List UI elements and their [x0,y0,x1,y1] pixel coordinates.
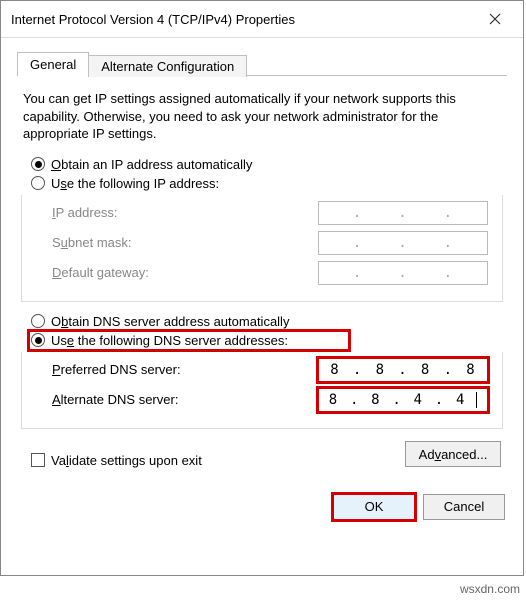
radio-label: Obtain DNS server address automatically [51,314,289,329]
radio-use-ip-manual[interactable]: Use the following IP address: [31,176,507,191]
checkbox-label: Validate settings upon exit [51,453,202,468]
radio-obtain-ip-auto[interactable]: Obtain an IP address automatically [31,157,507,172]
checkbox-icon [31,453,45,467]
ok-button[interactable]: OK [333,494,415,520]
dns-fieldset: Preferred DNS server: 8.8.8.8 Alternate … [21,352,503,429]
watermark: wsxdn.com [460,582,520,596]
close-button[interactable] [477,7,513,31]
default-gateway-input: ... [318,261,488,285]
field-alternate-dns: Alternate DNS server: 8.8.4.4 [30,388,494,412]
tab-general[interactable]: General [17,52,89,76]
radio-icon [31,333,45,347]
checkbox-validate[interactable]: Validate settings upon exit [31,453,202,468]
dialog-window: Internet Protocol Version 4 (TCP/IPv4) P… [0,0,524,576]
field-label: Preferred DNS server: [52,362,181,377]
advanced-button[interactable]: Advanced... [405,441,501,467]
radio-label: Use the following DNS server addresses: [51,333,288,348]
radio-obtain-dns-auto[interactable]: Obtain DNS server address automatically [31,314,507,329]
close-icon [489,13,501,25]
tab-alternate[interactable]: Alternate Configuration [88,55,247,77]
alternate-dns-input[interactable]: 8.8.4.4 [318,388,488,412]
field-subnet: Subnet mask: ... [30,231,494,255]
field-gateway: Default gateway: ... [30,261,494,285]
field-preferred-dns: Preferred DNS server: 8.8.8.8 [30,358,494,382]
field-label: Alternate DNS server: [52,392,178,407]
dialog-content: General Alternate Configuration You can … [1,38,523,480]
subnet-mask-input: ... [318,231,488,255]
radio-icon [31,314,45,328]
field-label: Subnet mask: [52,235,132,250]
ip-fieldset: IP address: ... Subnet mask: ... Default… [21,195,503,302]
field-label: Default gateway: [52,265,149,280]
radio-label: Obtain an IP address automatically [51,157,252,172]
description-text: You can get IP settings assigned automat… [23,90,501,143]
radio-icon [31,157,45,171]
radio-label: Use the following IP address: [51,176,219,191]
field-label: IP address: [52,205,118,220]
field-ip-address: IP address: ... [30,201,494,225]
radio-use-dns-manual[interactable]: Use the following DNS server addresses: [31,333,347,348]
tab-strip: General Alternate Configuration [17,48,507,76]
ip-address-input: ... [318,201,488,225]
radio-icon [31,176,45,190]
cancel-button[interactable]: Cancel [423,494,505,520]
preferred-dns-input[interactable]: 8.8.8.8 [318,358,488,382]
window-title: Internet Protocol Version 4 (TCP/IPv4) P… [11,12,295,27]
dialog-buttons: OK Cancel [1,480,523,520]
titlebar: Internet Protocol Version 4 (TCP/IPv4) P… [1,1,523,38]
